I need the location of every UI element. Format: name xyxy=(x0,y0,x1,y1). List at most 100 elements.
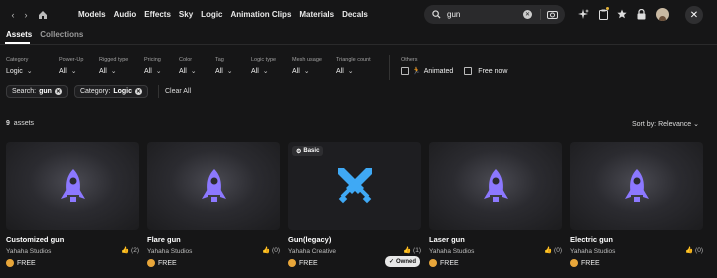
asset-author[interactable]: Yahaha Creative xyxy=(288,248,421,255)
top-bar: ‹ › Models Audio Effects Sky Logic Anima… xyxy=(0,0,717,29)
coin-icon xyxy=(570,259,578,267)
price-text: FREE xyxy=(158,259,177,267)
filter-category[interactable]: Category Logic ⌄ xyxy=(6,57,33,75)
like-count[interactable]: 👍 (0) xyxy=(262,246,280,254)
lock-icon[interactable] xyxy=(634,7,648,21)
sort-dropdown[interactable]: Sort by: Relevance ⌄ xyxy=(632,120,699,128)
star-icon[interactable] xyxy=(615,7,629,21)
ai-sparkle-icon[interactable] xyxy=(576,7,590,21)
asset-card[interactable]: Flare gun Yahaha Studios 👍 (0) FREE xyxy=(147,142,280,267)
coin-icon xyxy=(429,259,437,267)
asset-author[interactable]: Yahaha Studios xyxy=(6,248,139,255)
owned-text: Owned xyxy=(395,258,416,265)
remove-chip-icon[interactable]: ✕ xyxy=(54,88,62,95)
clipboard-icon[interactable] xyxy=(596,7,610,21)
asset-card[interactable]: ⚙ Basic Gun(legacy) Yahaha Creative 👍 (1)… xyxy=(288,142,421,267)
chevron-down-icon: ⌄ xyxy=(693,121,699,128)
asset-author[interactable]: Yahaha Studios xyxy=(429,248,562,255)
free-now-checkbox[interactable] xyxy=(464,67,473,75)
filter-triangle-count[interactable]: Triangle count All ⌄ xyxy=(336,57,371,75)
forward-arrow-icon[interactable]: › xyxy=(19,8,33,22)
filter-value: All xyxy=(292,68,300,75)
animated-checkbox[interactable] xyxy=(401,67,409,75)
filter-rigged-type[interactable]: Rigged type All ⌄ xyxy=(99,57,128,75)
check-icon: ✓ xyxy=(388,259,394,265)
filter-mesh-usage[interactable]: Mesh usage All ⌄ xyxy=(292,57,322,75)
chevron-down-icon: ⌄ xyxy=(190,68,197,75)
running-figure-icon: 🏃 xyxy=(412,68,421,75)
filter-pricing[interactable]: Pricing All ⌄ xyxy=(144,57,162,75)
price-text: FREE xyxy=(581,259,600,267)
results-count-label: assets xyxy=(13,120,35,127)
asset-price: FREE xyxy=(429,259,562,267)
tab-collections[interactable]: Collections xyxy=(40,30,83,39)
asset-thumbnail xyxy=(6,142,139,230)
category-sky[interactable]: Sky xyxy=(179,10,193,19)
tab-assets[interactable]: Assets xyxy=(6,30,32,39)
user-avatar[interactable] xyxy=(655,7,669,21)
clear-search-icon[interactable]: ✕ xyxy=(523,10,532,19)
filter-label: Rigged type xyxy=(99,57,129,63)
like-count[interactable]: 👍 (2) xyxy=(121,246,139,254)
thumbs-up-icon: 👍 xyxy=(121,247,130,254)
chevron-down-icon: ⌄ xyxy=(26,68,33,75)
coin-icon xyxy=(147,259,155,267)
asset-author[interactable]: Yahaha Studios xyxy=(570,248,703,255)
filter-label: Mesh usage xyxy=(292,57,322,63)
chevron-down-icon: ⌄ xyxy=(226,68,233,75)
category-audio[interactable]: Audio xyxy=(114,10,137,19)
filter-value: All xyxy=(144,68,152,75)
filter-logic-type[interactable]: Logic type All ⌄ xyxy=(251,57,276,75)
owned-badge: ✓ Owned xyxy=(384,256,420,267)
filter-tag[interactable]: Tag All ⌄ xyxy=(215,57,233,75)
chip-value: gun xyxy=(39,88,52,95)
asset-author[interactable]: Yahaha Studios xyxy=(147,248,280,255)
camera-icon[interactable] xyxy=(547,10,558,19)
filter-color[interactable]: Color All ⌄ xyxy=(179,57,197,75)
like-count[interactable]: 👍 (1) xyxy=(403,246,421,254)
like-count-text: (0) xyxy=(695,247,703,254)
asset-title: Electric gun xyxy=(570,235,613,244)
search-box[interactable]: gun ✕ xyxy=(424,5,565,24)
filter-label: Power-Up xyxy=(59,57,84,63)
close-button[interactable]: ✕ xyxy=(685,6,703,24)
like-count[interactable]: 👍 (0) xyxy=(685,246,703,254)
asset-card[interactable]: Laser gun Yahaha Studios 👍 (0) FREE xyxy=(429,142,562,267)
category-decals[interactable]: Decals xyxy=(342,10,368,19)
category-chip[interactable]: Category: Logic ✕ xyxy=(73,85,148,98)
thumbs-up-icon: 👍 xyxy=(544,247,553,254)
asset-card[interactable]: Electric gun Yahaha Studios 👍 (0) FREE xyxy=(570,142,703,267)
results-count-number: 9 xyxy=(6,120,10,127)
search-icon xyxy=(432,10,441,19)
category-animation-clips[interactable]: Animation Clips xyxy=(231,10,292,19)
clear-all-button[interactable]: Clear All xyxy=(157,85,191,98)
filter-value: All xyxy=(336,68,344,75)
category-logic[interactable]: Logic xyxy=(201,10,222,19)
search-chip[interactable]: Search: gun ✕ xyxy=(6,85,68,98)
back-arrow-icon[interactable]: ‹ xyxy=(6,8,20,22)
active-filters: Search: gun ✕ Category: Logic ✕ Clear Al… xyxy=(6,85,191,98)
asset-card[interactable]: Customized gun Yahaha Studios 👍 (2) FREE xyxy=(6,142,139,267)
chip-prefix: Category: xyxy=(79,88,111,95)
like-count-text: (2) xyxy=(131,247,139,254)
filter-label: Tag xyxy=(215,57,224,63)
search-input[interactable]: gun xyxy=(447,10,523,19)
filter-label: Triangle count xyxy=(336,57,371,63)
filter-value: All xyxy=(251,68,259,75)
asset-thumbnail xyxy=(429,142,562,230)
free-now-label: Free now xyxy=(478,67,508,75)
asset-price: FREE xyxy=(6,259,139,267)
filter-power-up[interactable]: Power-Up All ⌄ xyxy=(59,57,83,75)
chevron-down-icon: ⌄ xyxy=(262,68,269,75)
notification-dot xyxy=(606,7,609,10)
like-count[interactable]: 👍 (0) xyxy=(544,246,562,254)
asset-thumbnail xyxy=(570,142,703,230)
remove-chip-icon[interactable]: ✕ xyxy=(134,88,142,95)
chip-value: Logic xyxy=(113,88,132,95)
category-materials[interactable]: Materials xyxy=(299,10,334,19)
tab-bar: Assets Collections xyxy=(6,30,83,39)
category-models[interactable]: Models xyxy=(78,10,106,19)
category-effects[interactable]: Effects xyxy=(144,10,171,19)
home-icon[interactable] xyxy=(36,8,50,22)
filter-label: Color xyxy=(179,57,193,63)
